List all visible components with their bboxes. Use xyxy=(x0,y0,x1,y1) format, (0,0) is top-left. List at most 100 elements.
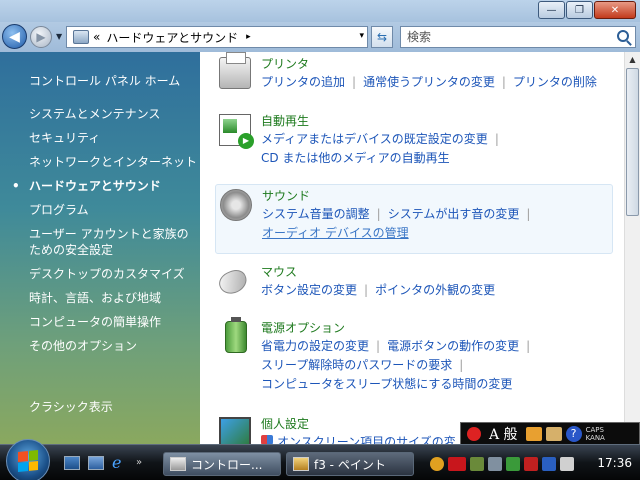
sidebar-item-hardware-sound[interactable]: ハードウェアとサウンド xyxy=(12,178,197,202)
update-icon[interactable] xyxy=(506,457,520,471)
link-change-default-printer[interactable]: 通常使うプリンタの変更 xyxy=(363,75,495,89)
paint-icon xyxy=(293,457,309,471)
breadcrumb-overflow[interactable]: « xyxy=(93,30,100,44)
sidebar-item-network[interactable]: ネットワークとインターネット xyxy=(29,154,197,178)
network-icon[interactable] xyxy=(470,457,484,471)
category-mouse: マウス ボタン設定の変更 | ポインタの外観の変更 xyxy=(215,263,613,303)
category-title-autoplay[interactable]: 自動再生 xyxy=(261,112,309,129)
link-add-printer[interactable]: プリンタの追加 xyxy=(261,75,345,89)
category-title-personalize[interactable]: 個人設定 xyxy=(261,415,309,432)
link-remove-printer[interactable]: プリンタの削除 xyxy=(513,75,597,89)
battery-icon[interactable] xyxy=(225,317,247,353)
link-change-pointer-appearance[interactable]: ポインタの外観の変更 xyxy=(375,283,495,297)
search-input[interactable] xyxy=(407,30,607,44)
ati-icon[interactable] xyxy=(448,457,466,471)
ime-indicator-icon[interactable] xyxy=(467,427,481,441)
security-shield-icon[interactable] xyxy=(430,457,444,471)
show-desktop-icon[interactable] xyxy=(64,456,80,470)
sidebar-item-desktop-customize[interactable]: デスクトップのカスタマイズ xyxy=(29,266,197,290)
connection-status-icon[interactable] xyxy=(542,457,556,471)
windows-logo-icon xyxy=(18,449,38,473)
sidebar-item-other-options[interactable]: その他のオプション xyxy=(29,338,197,362)
task-paint[interactable]: f3 - ペイント xyxy=(286,452,414,476)
autoplay-icon[interactable] xyxy=(219,114,254,149)
breadcrumb-arrow-icon[interactable]: ▸ xyxy=(246,32,251,42)
link-adjust-volume[interactable]: システム音量の調整 xyxy=(262,207,370,221)
refresh-icon: ⇆ xyxy=(376,30,388,44)
breadcrumb-hardware-sound[interactable]: ハードウェアとサウンド xyxy=(106,29,238,46)
main-content: プリンタ プリンタの追加|通常使うプリンタの変更|プリンタの削除 自動再生 メデ… xyxy=(200,52,624,444)
link-change-power-button[interactable]: 電源ボタンの動作の変更 xyxy=(387,339,519,353)
search-box[interactable] xyxy=(400,26,636,48)
speaker-icon[interactable] xyxy=(220,189,252,221)
control-panel-home-link[interactable]: コントロール パネル ホーム xyxy=(29,72,180,89)
control-panel-icon xyxy=(73,30,89,44)
control-panel-icon xyxy=(170,457,186,471)
internet-explorer-icon[interactable]: e xyxy=(112,453,128,472)
classic-view-link[interactable]: クラシック表示 xyxy=(29,398,113,415)
display-icon[interactable] xyxy=(219,417,251,444)
scroll-up-icon[interactable]: ▲ xyxy=(625,52,640,68)
task-label: f3 - ペイント xyxy=(314,457,386,472)
language-bar: A 般 ? CAPS KANA xyxy=(460,422,640,446)
category-title-printer[interactable]: プリンタ xyxy=(261,55,309,72)
maximize-button[interactable]: ❐ xyxy=(566,1,593,19)
clock[interactable]: 17:36 xyxy=(597,456,632,470)
link-change-item-size[interactable]: オンスクリーン項目のサイズの変 xyxy=(277,435,456,444)
sidebar-item-security[interactable]: セキュリティ xyxy=(29,130,197,154)
uac-shield-icon xyxy=(261,435,273,444)
category-title-sound[interactable]: サウンド xyxy=(262,187,310,204)
close-button[interactable]: ✕ xyxy=(594,1,636,19)
category-title-power[interactable]: 電源オプション xyxy=(261,319,345,336)
link-change-button-settings[interactable]: ボタン設定の変更 xyxy=(261,283,357,297)
scroll-thumb[interactable] xyxy=(626,68,639,216)
address-dropdown-icon[interactable]: ▾ xyxy=(359,31,364,41)
sidebar: コントロール パネル ホーム システムとメンテナンス セキュリティ ネットワーク… xyxy=(0,52,200,444)
link-change-sleep-time[interactable]: コンピュータをスリープ状態にする時間の変更 xyxy=(261,377,512,391)
sidebar-item-programs[interactable]: プログラム xyxy=(29,202,197,226)
link-change-system-sounds[interactable]: システムが出す音の変更 xyxy=(388,207,520,221)
link-change-media-defaults[interactable]: メディアまたはデバイスの既定設定の変更 xyxy=(261,132,488,146)
sidebar-nav: システムとメンテナンス セキュリティ ネットワークとインターネット ハードウェア… xyxy=(12,106,197,362)
remove-hardware-icon[interactable] xyxy=(524,457,538,471)
window-controls: — ❐ ✕ xyxy=(537,1,636,19)
start-button[interactable] xyxy=(6,439,50,480)
arrow-right-icon: ▶ xyxy=(36,30,46,44)
wireless-icon[interactable] xyxy=(488,457,502,471)
navigation-bar: ◀ ▶ ▼ « ハードウェアとサウンド ▸ ▾ ⇆ xyxy=(0,22,640,52)
sidebar-item-user-accounts[interactable]: ユーザー アカウントと家族の ための安全設定 xyxy=(29,226,197,266)
link-change-power-settings[interactable]: 省電力の設定の変更 xyxy=(261,339,369,353)
search-icon[interactable] xyxy=(617,30,629,42)
mouse-icon[interactable] xyxy=(215,266,251,298)
sidebar-item-label: ユーザー アカウントと家族の xyxy=(29,227,189,241)
link-autoplay-cd[interactable]: CD または他のメディアの自動再生 xyxy=(261,151,450,165)
volume-icon[interactable] xyxy=(560,457,574,471)
minimize-button[interactable]: — xyxy=(538,1,565,19)
category-printer: プリンタ プリンタの追加 | 通常使うプリンタの変更 | プリンタの削除 xyxy=(215,52,613,95)
help-icon[interactable]: ? xyxy=(565,426,582,442)
recent-pages-dropdown[interactable]: ▼ xyxy=(56,32,62,41)
ime-dictionary-icon[interactable] xyxy=(545,427,562,441)
address-bar[interactable]: « ハードウェアとサウンド ▸ ▾ xyxy=(66,26,368,48)
caps-kana-indicator: CAPS KANA xyxy=(585,426,605,442)
switch-windows-icon[interactable] xyxy=(88,456,104,470)
link-manage-audio-devices[interactable]: オーディオ デバイスの管理 xyxy=(262,226,409,240)
sidebar-item-system-maintenance[interactable]: システムとメンテナンス xyxy=(29,106,197,130)
category-title-mouse[interactable]: マウス xyxy=(261,263,297,280)
printer-icon[interactable] xyxy=(219,52,251,89)
vertical-scrollbar[interactable]: ▲ xyxy=(624,52,640,444)
back-button[interactable]: ◀ xyxy=(2,24,27,49)
arrow-left-icon: ◀ xyxy=(9,28,20,45)
link-require-password-wake[interactable]: スリープ解除時のパスワードの要求 xyxy=(261,358,452,372)
task-control-panel[interactable]: コントロー... xyxy=(163,452,281,476)
sidebar-item-clock-language[interactable]: 時計、言語、および地域 xyxy=(29,290,197,314)
title-bar: — ❐ ✕ xyxy=(0,0,640,22)
quicklaunch-more[interactable]: » xyxy=(136,457,142,468)
forward-button[interactable]: ▶ xyxy=(30,26,52,48)
task-label: コントロー... xyxy=(191,457,263,472)
refresh-button[interactable]: ⇆ xyxy=(371,26,393,48)
category-sound: サウンド システム音量の調整 | システムが出す音の変更 | オーディオ デバイスの管… xyxy=(215,184,613,254)
ime-pad-icon[interactable] xyxy=(525,427,542,441)
ime-input-mode[interactable]: A 般 xyxy=(489,424,518,444)
sidebar-item-ease-of-access[interactable]: コンピュータの簡単操作 xyxy=(29,314,197,338)
